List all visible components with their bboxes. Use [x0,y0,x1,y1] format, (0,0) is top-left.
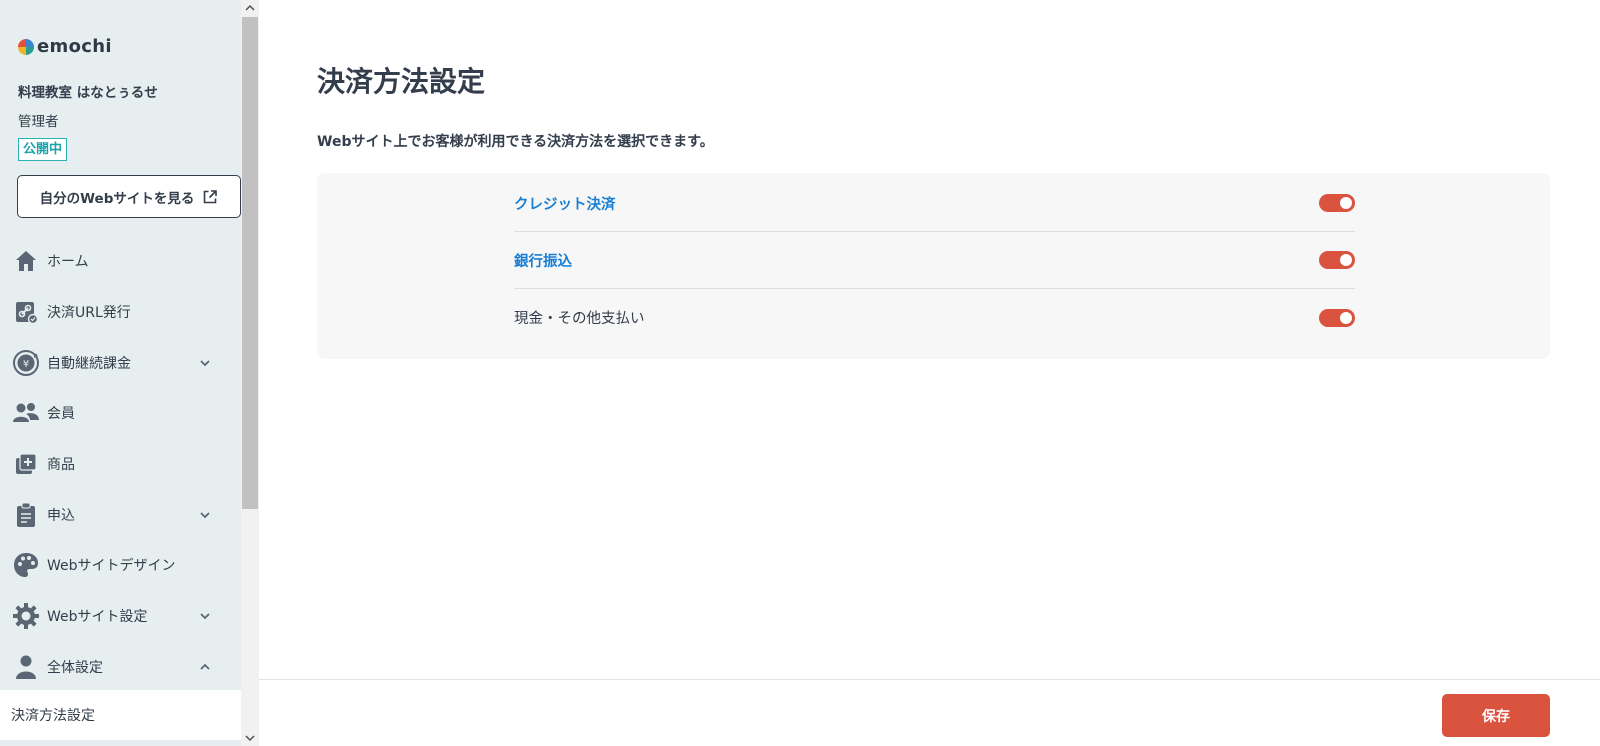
org-name: 料理教室 はなとぅるせ [18,85,158,101]
sidebar-item-recurring-billing[interactable]: ¥ 自動継続課金 [0,337,241,388]
chevron-down-icon[interactable] [198,508,212,522]
status-badge: 公開中 [18,138,68,161]
toggle-knob [1340,254,1352,266]
cash-other-toggle[interactable] [1319,308,1355,327]
credit-toggle[interactable] [1319,194,1355,212]
sidebar-item-products[interactable]: 商品 [0,439,241,490]
sidebar-item-payment-url[interactable]: 決済URL発行 [0,287,241,338]
members-icon [12,399,40,427]
scroll-up-arrow-icon[interactable] [241,0,259,16]
sidebar-item-applications[interactable]: 申込 [0,489,241,540]
payment-method-credit-link[interactable]: クレジット決済 [514,193,616,214]
clipboard-icon [12,501,40,529]
bank-transfer-toggle[interactable] [1319,251,1355,269]
payment-method-row: 銀行振込 [514,232,1355,289]
payment-link-icon [12,298,40,326]
product-add-icon [12,450,40,478]
sidebar-item-website-design[interactable]: Webサイトデザイン [0,540,241,591]
main-content: 決済方法設定 Webサイト上でお客様が利用できる決済方法を選択できます。 クレジ… [259,0,1600,746]
sidebar-item-general-settings[interactable]: 全体設定 [0,642,241,693]
footer-bar: 保存 [259,679,1600,746]
sidebar-nav: ホーム 決済URL発行 ¥ 自動継続課金 会員 商品 申込 Webサイトデザイン… [0,236,241,692]
payment-method-cash-label: 現金・その他支払い [514,311,645,327]
chevron-down-icon[interactable] [198,609,212,623]
gear-icon [12,602,40,630]
sidebar-item-label: ホーム [47,254,89,271]
sidebar-item-members[interactable]: 会員 [0,388,241,439]
view-website-button[interactable]: 自分のWebサイトを見る [17,175,241,218]
palette-icon [12,551,40,579]
save-button[interactable]: 保存 [1442,694,1550,737]
page-description: Webサイト上でお客様が利用できる決済方法を選択できます。 [317,134,714,150]
chevron-up-icon[interactable] [198,660,212,674]
logo[interactable]: emochi [18,36,112,57]
sidebar-item-label: 申込 [47,507,75,524]
toggle-knob [1340,197,1352,209]
payment-method-row: クレジット決済 [514,175,1355,232]
payment-methods-panel: クレジット決済 銀行振込 現金・その他支払い [317,173,1550,359]
recurring-yen-icon: ¥ [12,349,40,377]
scroll-down-arrow-icon[interactable] [241,730,259,746]
person-icon [12,653,40,681]
toggle-knob [1340,311,1352,324]
sidebar-subitem-payment-methods[interactable]: 決済方法設定 [0,690,241,740]
sidebar-item-home[interactable]: ホーム [0,236,241,287]
sidebar-item-label: 会員 [47,406,75,423]
sidebar: emochi 料理教室 はなとぅるせ 管理者 公開中 自分のWebサイトを見る … [0,0,241,746]
user-role: 管理者 [18,114,59,130]
sidebar-item-label: 決済URL発行 [47,305,131,322]
external-link-icon [204,189,218,203]
sidebar-item-label: 全体設定 [47,659,103,676]
page-title: 決済方法設定 [317,65,486,98]
view-website-label: 自分のWebサイトを見る [39,190,195,207]
sidebar-item-label: Webサイトデザイン [47,558,176,575]
payment-method-bank-link[interactable]: 銀行振込 [514,250,572,271]
payment-method-row: 現金・その他支払い [514,289,1355,346]
home-icon [12,247,40,275]
sidebar-item-website-settings[interactable]: Webサイト設定 [0,591,241,642]
sidebar-item-label: 商品 [47,457,75,474]
logo-mark-icon [18,38,34,55]
sidebar-item-label: Webサイト設定 [47,609,148,626]
sidebar-scrollbar[interactable] [241,0,259,746]
sidebar-item-label: 自動継続課金 [47,355,131,372]
logo-text: emochi [37,36,112,57]
scroll-thumb[interactable] [242,17,258,509]
svg-text:¥: ¥ [23,359,29,370]
chevron-down-icon[interactable] [198,356,212,370]
